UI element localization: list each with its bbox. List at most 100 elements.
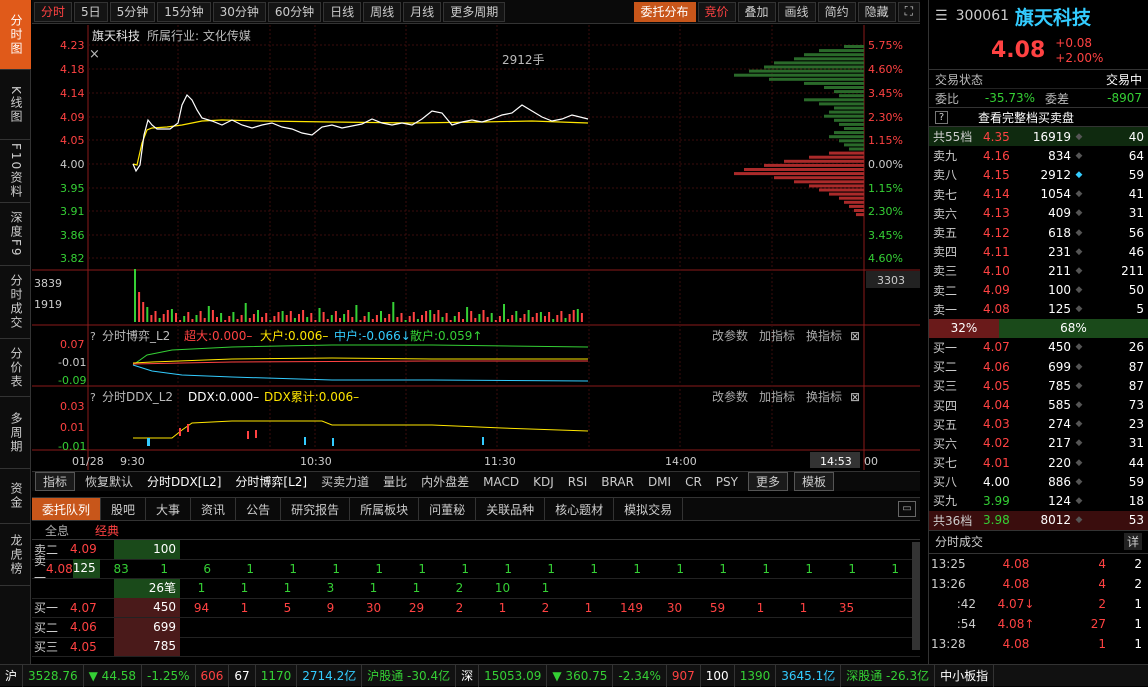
indicator-tab-4[interactable]: 买卖力道 <box>314 473 376 490</box>
book-level[interactable]: 买四 4.04 585 ◆ 73 <box>929 395 1148 414</box>
period-tab-4[interactable]: 30分钟 <box>212 1 266 22</box>
bottom-tab-4[interactable]: 公告 <box>236 498 282 520</box>
panel2-switch-button[interactable]: 换指标 <box>806 389 842 404</box>
period-tab-5[interactable]: 60分钟 <box>267 1 322 22</box>
toolbar-right-0[interactable]: 委托分布 <box>633 1 696 22</box>
nav-3[interactable]: 深度F9 <box>0 203 31 266</box>
book-level[interactable]: 卖一 4.08 125 ◆ 5 <box>929 300 1148 319</box>
nav-1[interactable]: K线图 <box>0 70 31 140</box>
book-level[interactable]: 买八 4.00 886 ◆ 59 <box>929 472 1148 491</box>
status-board[interactable]: 中小板指 <box>935 664 995 687</box>
period-tab-6[interactable]: 日线 <box>323 1 362 22</box>
panel2-help-icon[interactable]: ? <box>90 391 96 404</box>
book-level[interactable]: 卖六 4.13 409 ◆ 31 <box>929 204 1148 223</box>
indicator-tab-3[interactable]: 分时博弈[L2] <box>228 473 314 490</box>
indicator-tab-14[interactable]: 更多 <box>747 472 788 491</box>
queue-sub-tab-0[interactable]: 全息 <box>32 522 82 539</box>
book-level[interactable]: 卖三 4.10 211 ◆ 211 <box>929 261 1148 280</box>
period-tab-2[interactable]: 5分钟 <box>109 1 156 22</box>
toolbar-right-3[interactable]: 画线 <box>777 1 816 22</box>
nav-7[interactable]: 资金 <box>0 469 31 524</box>
book-level[interactable]: 买七 4.01 220 ◆ 44 <box>929 453 1148 472</box>
bottom-tab-2[interactable]: 大事 <box>146 498 192 520</box>
panel1-help-icon[interactable]: ? <box>90 330 96 343</box>
book-level[interactable]: 共55档 4.35 16919 ◆ 40 <box>929 127 1148 147</box>
book-level[interactable]: 卖二 4.09 100 ◆ 50 <box>929 281 1148 300</box>
book-level[interactable]: 卖四 4.11 231 ◆ 46 <box>929 242 1148 261</box>
fullscreen-icon[interactable]: ⛶ <box>897 1 920 22</box>
volume-bar <box>134 269 136 322</box>
book-level[interactable]: 买五 4.03 274 ◆ 23 <box>929 415 1148 434</box>
period-tab-0[interactable]: 分时 <box>34 1 73 22</box>
close-icon[interactable]: × <box>89 47 100 62</box>
queue-order: 1 <box>504 561 512 576</box>
status-sgt[interactable]: 深股通 -26.3亿 <box>841 664 936 687</box>
panel2-close-icon[interactable]: ⊠ <box>850 390 860 404</box>
book-level[interactable]: 买九 3.99 124 ◆ 18 <box>929 491 1148 510</box>
book-level[interactable]: 卖七 4.14 1054 ◆ 41 <box>929 185 1148 204</box>
indicator-tab-15[interactable]: 模板 <box>794 472 835 491</box>
queue-sub-tab-1[interactable]: 经典 <box>82 522 132 539</box>
indicator-tab-11[interactable]: DMI <box>641 475 678 489</box>
bottom-tab-3[interactable]: 资讯 <box>191 498 237 520</box>
level-dot-icon: ◆ <box>1075 285 1083 296</box>
toolbar-right-2[interactable]: 叠加 <box>737 1 776 22</box>
indicator-tab-8[interactable]: KDJ <box>526 475 561 489</box>
book-level[interactable]: 共36档 3.98 8012 ◆ 53 <box>929 510 1148 530</box>
bottom-tab-1[interactable]: 股吧 <box>101 498 147 520</box>
toolbar-right-4[interactable]: 简约 <box>817 1 856 22</box>
panel1-params-button[interactable]: 改参数 <box>712 328 748 343</box>
indicator-tab-0[interactable]: 指标 <box>35 472 76 491</box>
panel1-close-icon[interactable]: ⊠ <box>850 329 860 343</box>
period-tab-3[interactable]: 15分钟 <box>157 1 211 22</box>
book-level[interactable]: 买二 4.06 699 ◆ 87 <box>929 357 1148 376</box>
bottom-tab-8[interactable]: 关联品种 <box>476 498 546 520</box>
book-level[interactable]: 卖八 4.15 2912 ◆ 59 <box>929 165 1148 184</box>
p2-tick1: 0.01 <box>60 421 85 434</box>
period-tab-9[interactable]: 更多周期 <box>443 1 506 22</box>
book-level[interactable]: 买六 4.02 217 ◆ 31 <box>929 434 1148 453</box>
nav-2[interactable]: F10资料 <box>0 140 31 203</box>
toolbar-right-1[interactable]: 竞价 <box>697 1 736 22</box>
nav-5[interactable]: 分价表 <box>0 339 31 397</box>
expand-panel-icon[interactable]: ▭ <box>898 501 916 517</box>
indicator-tab-9[interactable]: RSI <box>561 475 595 489</box>
bottom-tab-6[interactable]: 所属板块 <box>350 498 420 520</box>
book-level[interactable]: 卖九 4.16 834 ◆ 64 <box>929 146 1148 165</box>
indicator-tab-2[interactable]: 分时DDX[L2] <box>140 473 228 490</box>
indicator-tab-10[interactable]: BRAR <box>594 475 641 489</box>
book-level[interactable]: 卖五 4.12 618 ◆ 56 <box>929 223 1148 242</box>
queue-scrollbar[interactable] <box>912 542 920 650</box>
indicator-tab-6[interactable]: 内外盘差 <box>414 473 476 490</box>
indicator-tab-13[interactable]: PSY <box>709 475 745 489</box>
panel1-add-button[interactable]: 加指标 <box>759 328 795 343</box>
level-label: 卖三 <box>933 264 958 279</box>
bottom-tab-0[interactable]: 委托队列 <box>32 498 102 520</box>
bottom-tab-9[interactable]: 核心题材 <box>545 498 615 520</box>
panel2-params-button[interactable]: 改参数 <box>712 389 748 404</box>
period-tab-1[interactable]: 5日 <box>74 1 108 22</box>
status-hgt[interactable]: 沪股通 -30.4亿 <box>362 664 457 687</box>
indicator-tab-1[interactable]: 恢复默认 <box>78 473 140 490</box>
panel2-add-button[interactable]: 加指标 <box>759 389 795 404</box>
indicator-tab-12[interactable]: CR <box>678 475 709 489</box>
panel1-switch-button[interactable]: 换指标 <box>806 328 842 343</box>
nav-8[interactable]: 龙虎榜 <box>0 524 31 586</box>
period-tab-8[interactable]: 月线 <box>403 1 442 22</box>
full-book-button[interactable]: ? 查看完整档买卖盘 <box>929 108 1148 127</box>
bottom-tab-5[interactable]: 研究报告 <box>281 498 351 520</box>
nav-6[interactable]: 多周期 <box>0 397 31 469</box>
indicator-tab-7[interactable]: MACD <box>476 475 526 489</box>
menu-icon[interactable]: ☰ <box>935 8 948 24</box>
book-level[interactable]: 买一 4.07 450 ◆ 26 <box>929 338 1148 357</box>
indicator-tab-5[interactable]: 量比 <box>376 473 414 490</box>
toolbar-right-5[interactable]: 隐藏 <box>857 1 896 22</box>
level-dot-icon: ◆ <box>1075 246 1083 257</box>
period-tab-7[interactable]: 周线 <box>363 1 402 22</box>
nav-4[interactable]: 分时成交 <box>0 266 31 339</box>
bottom-tab-7[interactable]: 问董秘 <box>419 498 477 520</box>
book-level[interactable]: 买三 4.05 785 ◆ 87 <box>929 376 1148 395</box>
bottom-tab-10[interactable]: 模拟交易 <box>614 498 684 520</box>
trades-detail-button[interactable]: 详 <box>1123 533 1142 551</box>
nav-0[interactable]: 分时图 <box>0 0 31 70</box>
